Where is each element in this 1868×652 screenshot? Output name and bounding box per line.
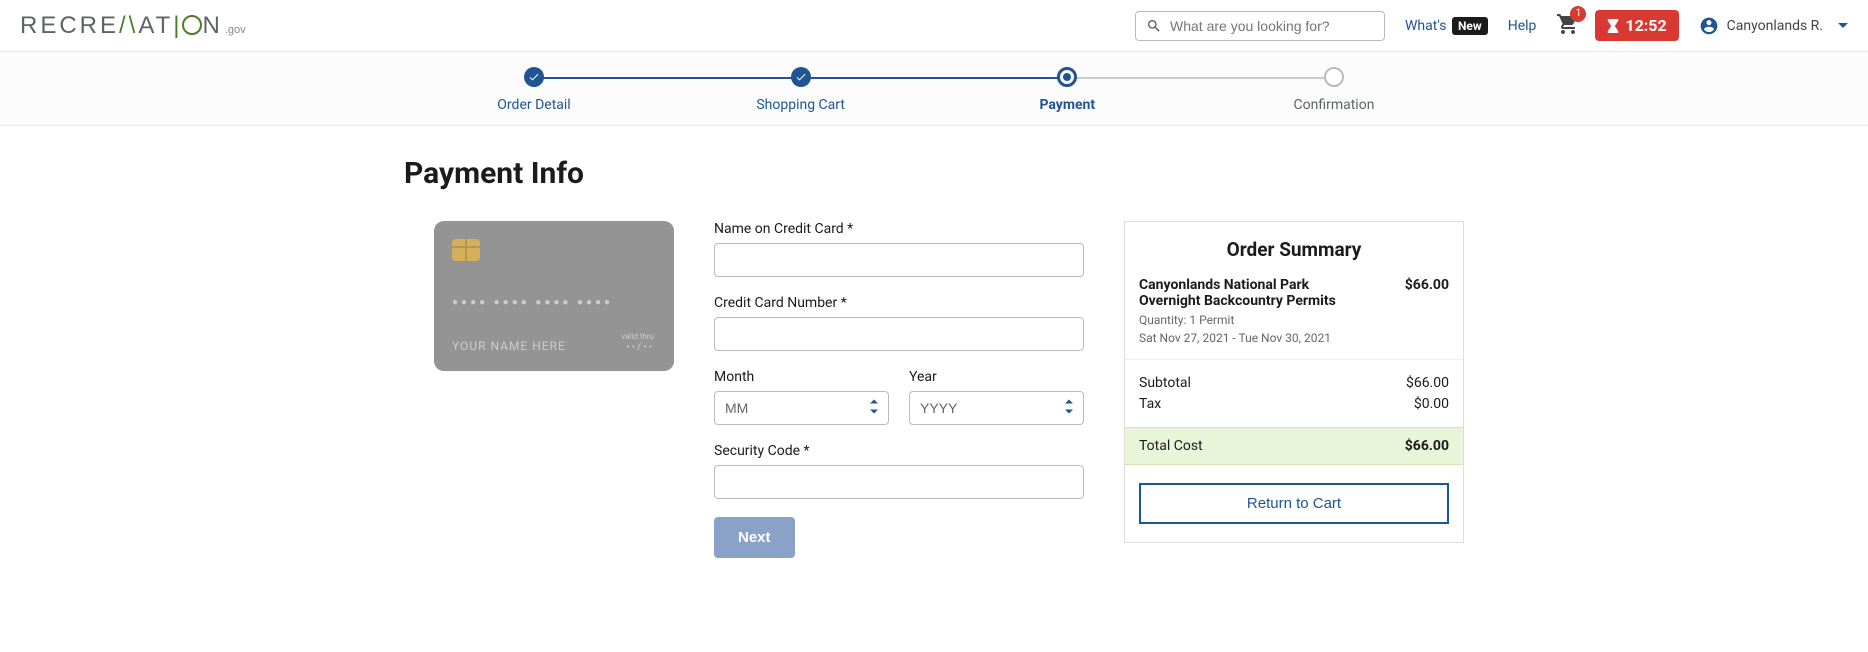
check-icon <box>528 71 540 83</box>
card-number-label: Credit Card Number * <box>714 295 1084 311</box>
search-icon <box>1146 18 1162 34</box>
tax-label: Tax <box>1139 396 1161 412</box>
credit-card-visual: ●●●● ●●●● ●●●● ●●●● YOUR NAME HERE valid… <box>434 221 674 371</box>
next-button[interactable]: Next <box>714 517 795 558</box>
tree-icon: | <box>173 12 182 40</box>
cart-count-badge: 1 <box>1570 6 1586 22</box>
total-label: Total Cost <box>1139 438 1203 454</box>
account-menu[interactable]: Canyonlands R. <box>1699 16 1848 36</box>
month-label: Month <box>714 369 889 385</box>
order-summary: Order Summary Canyonlands National Park … <box>1124 221 1464 543</box>
summary-quantity: Quantity: 1 Permit <box>1139 313 1449 327</box>
security-code-label: Security Code * <box>714 443 1084 459</box>
return-to-cart-button[interactable]: Return to Cart <box>1139 483 1449 524</box>
progress-bar: Order Detail Shopping Cart Payment Confi… <box>0 52 1868 126</box>
logo-text: RECRE <box>20 12 119 40</box>
summary-title: Order Summary <box>1125 222 1463 277</box>
step-shopping-cart[interactable]: Shopping Cart <box>751 67 851 113</box>
year-select[interactable]: YYYY <box>909 391 1084 425</box>
summary-item-name: Canyonlands National Park Overnight Back… <box>1139 277 1359 309</box>
step-order-detail[interactable]: Order Detail <box>484 67 584 113</box>
check-icon <box>795 71 807 83</box>
payment-form: Name on Credit Card * Credit Card Number… <box>714 221 1084 558</box>
card-valid-label: valid thru <box>621 332 654 341</box>
step-confirmation: Confirmation <box>1284 67 1384 113</box>
logo-suffix: .gov <box>225 24 246 36</box>
name-label: Name on Credit Card * <box>714 221 1084 237</box>
chip-icon <box>452 239 480 261</box>
card-expiry-placeholder: ••/•• <box>626 342 654 353</box>
hourglass-icon <box>1607 19 1619 33</box>
whats-new-link[interactable]: What's New <box>1405 18 1488 34</box>
security-code-input[interactable] <box>714 465 1084 499</box>
logo-text: N <box>202 12 222 40</box>
step-payment: Payment <box>1017 67 1117 113</box>
timer: 12:52 <box>1595 10 1678 41</box>
summary-dates: Sat Nov 27, 2021 - Tue Nov 30, 2021 <box>1139 331 1449 345</box>
tax-value: $0.00 <box>1414 396 1449 412</box>
search-input[interactable] <box>1170 18 1374 34</box>
year-label: Year <box>909 369 1084 385</box>
month-select[interactable]: MM <box>714 391 889 425</box>
total-value: $66.00 <box>1405 438 1449 454</box>
caret-down-icon <box>1838 21 1848 31</box>
help-link[interactable]: Help <box>1508 18 1537 34</box>
card-name-placeholder: YOUR NAME HERE <box>452 339 566 353</box>
summary-item-price: $66.00 <box>1405 277 1449 309</box>
logo[interactable]: RECRE/\AT| N.gov <box>20 12 246 40</box>
page-title: Payment Info <box>404 156 1464 191</box>
cart-button[interactable]: 1 <box>1556 12 1580 40</box>
name-input[interactable] <box>714 243 1084 277</box>
header: RECRE/\AT|N.gov What's New Help 1 12:52 … <box>0 0 1868 52</box>
account-name: Canyonlands R. <box>1727 18 1823 34</box>
card-number-placeholder: ●●●● ●●●● ●●●● ●●●● <box>452 297 656 308</box>
new-badge: New <box>1452 17 1488 35</box>
logo-text: AT <box>138 12 173 40</box>
search-box[interactable] <box>1135 11 1385 41</box>
subtotal-value: $66.00 <box>1406 375 1449 391</box>
subtotal-label: Subtotal <box>1139 375 1191 391</box>
tree-icon: /\ <box>119 12 138 40</box>
compass-icon <box>182 15 202 35</box>
avatar-icon <box>1699 16 1719 36</box>
card-number-input[interactable] <box>714 317 1084 351</box>
